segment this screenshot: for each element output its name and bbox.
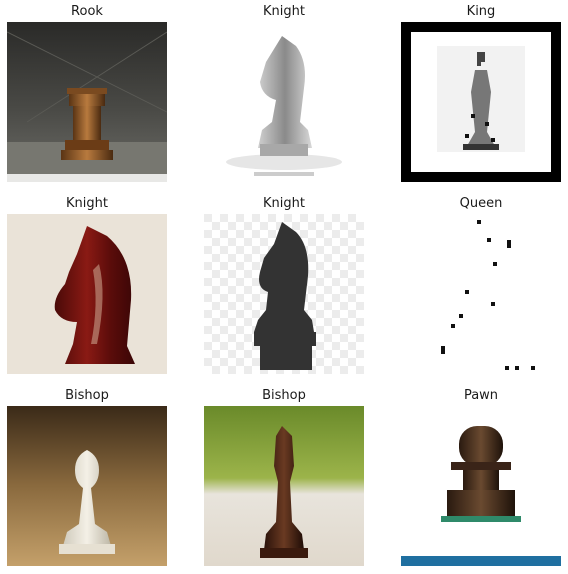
panel-title: Rook <box>71 4 103 19</box>
knight-silhouette <box>204 214 364 374</box>
panel-title: King <box>466 4 496 19</box>
panel-title: Knight <box>263 4 305 19</box>
bishop-icon <box>204 406 364 566</box>
queen-icon <box>401 214 561 374</box>
panel-bishop-2: Bishop <box>204 384 364 568</box>
panel-knight-1: Knight <box>204 0 364 184</box>
panel-rook: Rook <box>7 0 167 184</box>
panel-title: Knight <box>263 196 305 211</box>
knight-icon <box>7 214 167 374</box>
panel-title: Knight <box>66 196 108 211</box>
panel-title: Bishop <box>65 388 109 403</box>
rook-icon <box>7 22 167 182</box>
panel-knight-3: Knight <box>204 192 364 376</box>
panel-queen: Queen <box>401 192 561 376</box>
panel-pawn: Pawn <box>401 384 561 568</box>
queen-drawing <box>401 214 561 374</box>
bishop-photo <box>204 406 364 566</box>
rook-photo <box>7 22 167 182</box>
king-photo <box>401 22 561 182</box>
knight-icon <box>204 22 364 182</box>
panel-knight-2: Knight <box>7 192 167 376</box>
pawn-photo <box>401 406 561 566</box>
pawn-icon <box>401 406 561 566</box>
panel-title: Pawn <box>463 388 499 403</box>
knight-icon <box>204 214 364 374</box>
panel-title: Queen <box>459 196 503 211</box>
knight-photo <box>204 22 364 182</box>
image-grid: Rook Knight King Knight Knight Queen Bis… <box>0 0 568 574</box>
king-icon <box>401 22 561 182</box>
knight-photo <box>7 214 167 374</box>
panel-bishop-1: Bishop <box>7 384 167 568</box>
panel-title: Bishop <box>262 388 306 403</box>
bishop-photo <box>7 406 167 566</box>
panel-king: King <box>401 0 561 184</box>
bishop-icon <box>7 406 167 566</box>
